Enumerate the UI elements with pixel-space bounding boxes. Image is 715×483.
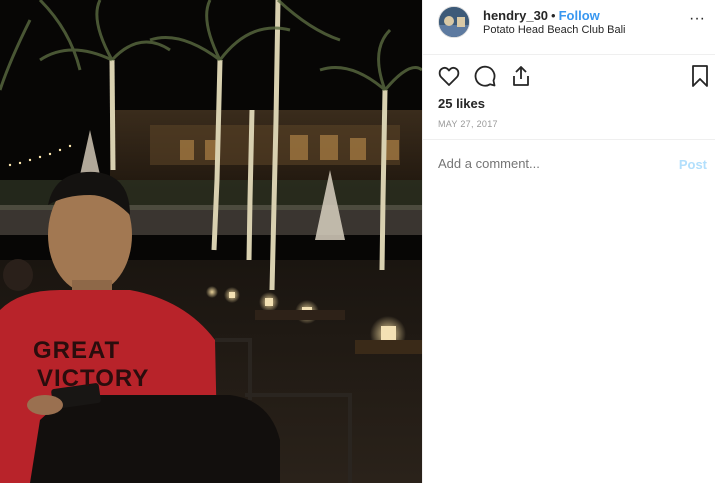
post-header: hendry_30 • Follow Potato Head Beach Club … — [423, 0, 715, 55]
post-date: MAY 27, 2017 — [438, 119, 498, 129]
share-icon[interactable] — [509, 64, 533, 93]
bookmark-icon[interactable] — [690, 64, 710, 93]
username-link[interactable]: hendry_30 — [483, 8, 548, 23]
location-link[interactable]: Potato Head Beach Club Bali — [483, 24, 625, 36]
shirt-text-line2: VICTORY — [37, 365, 149, 392]
post-comment-button[interactable]: Post — [679, 157, 707, 172]
comment-input[interactable] — [438, 156, 658, 171]
user-row: hendry_30 • Follow — [483, 8, 600, 23]
post-photo[interactable]: GREAT VICTORY — [0, 0, 422, 483]
avatar-image — [439, 7, 469, 37]
divider — [423, 139, 715, 140]
action-bar — [423, 60, 715, 92]
photo-scene: GREAT VICTORY — [0, 0, 422, 483]
post-sidebar: hendry_30 • Follow Potato Head Beach Club … — [422, 0, 715, 483]
comment-icon[interactable] — [473, 64, 497, 93]
heart-icon[interactable] — [437, 64, 461, 93]
shirt-text-line1: GREAT — [33, 337, 120, 364]
separator-dot: • — [551, 8, 556, 23]
more-options-icon[interactable]: ··· — [689, 10, 705, 28]
follow-button[interactable]: Follow — [559, 8, 600, 23]
like-count[interactable]: 25 likes — [438, 96, 485, 111]
avatar[interactable] — [438, 6, 470, 38]
